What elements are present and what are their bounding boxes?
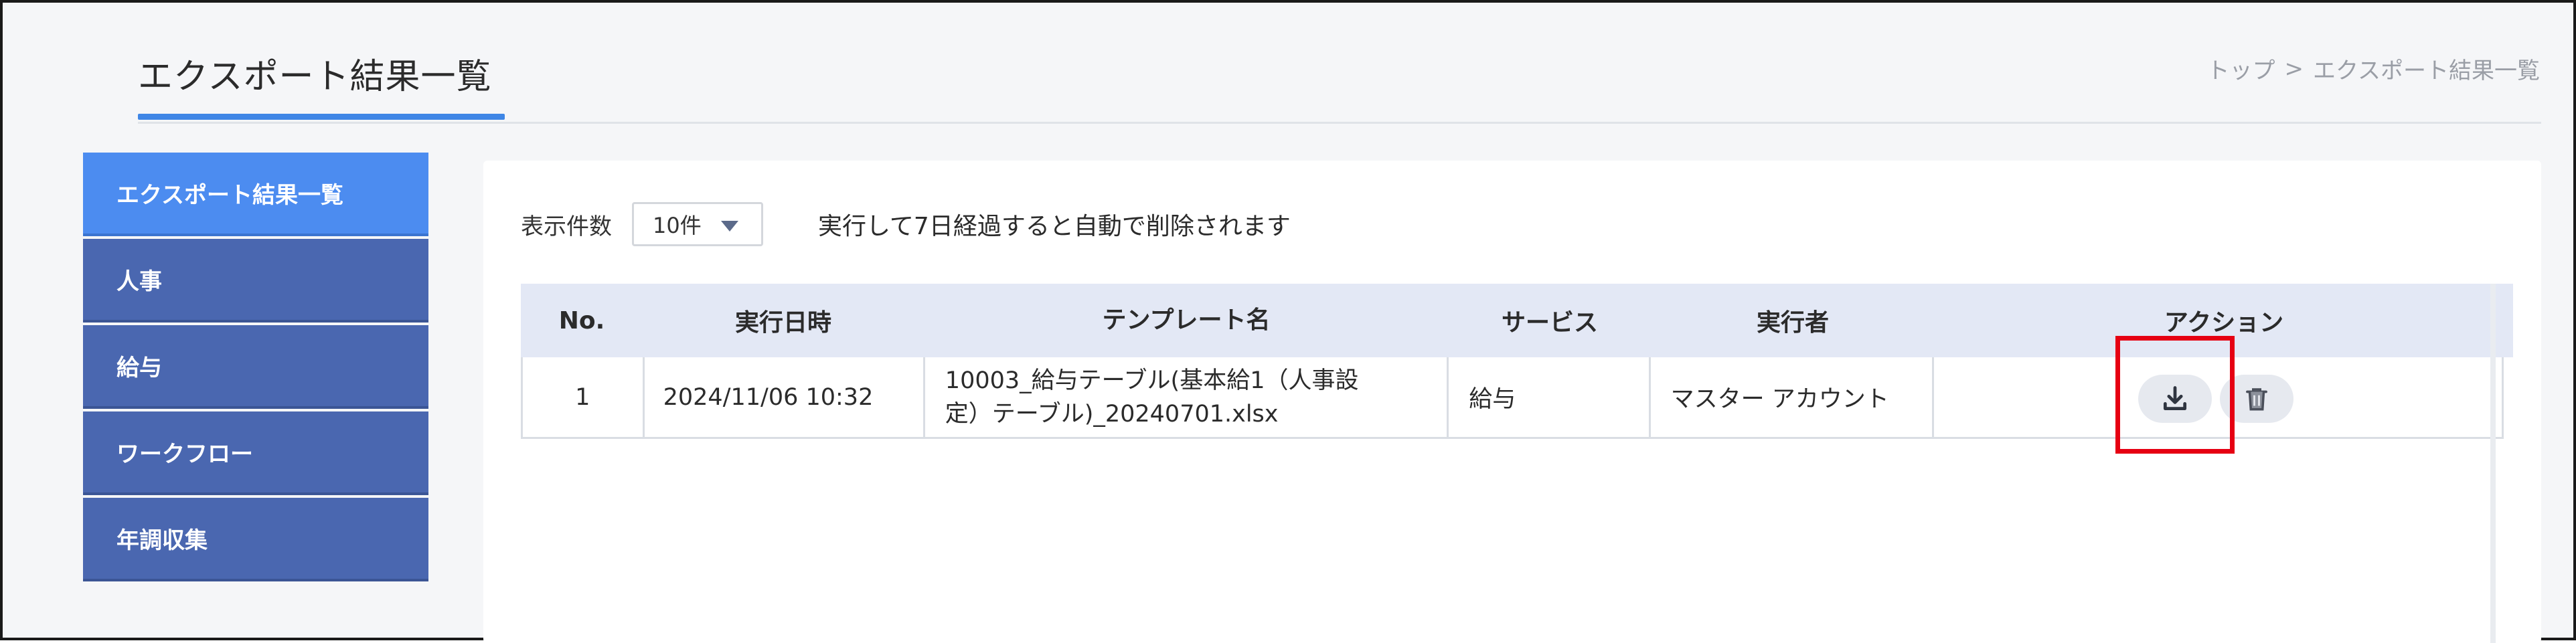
page-title: エクスポート結果一覧 bbox=[138, 57, 492, 97]
cell-no: 1 bbox=[523, 357, 645, 437]
app-window: エクスポート結果一覧 トップ > エクスポート結果一覧 エクスポート結果一覧 人… bbox=[0, 0, 2576, 643]
per-page-select[interactable]: 10件 bbox=[632, 202, 763, 246]
breadcrumb-current: エクスポート結果一覧 bbox=[2313, 58, 2540, 84]
cell-template-line1: 10003_給与テーブル(基本給1（人事設 bbox=[945, 367, 1359, 394]
sidebar-item-hr[interactable]: 人事 bbox=[83, 239, 428, 323]
sidebar-item-label: 人事 bbox=[116, 268, 162, 295]
sidebar: エクスポート結果一覧 人事 給与 ワークフロー 年調収集 bbox=[83, 153, 428, 584]
cell-executor: マスター アカウント bbox=[1651, 357, 1934, 437]
trash-icon bbox=[2246, 388, 2267, 411]
title-underline bbox=[138, 114, 505, 120]
sidebar-item-label: エクスポート結果一覧 bbox=[116, 182, 343, 209]
cell-template-line2: 定）テーブル)_20240701.xlsx bbox=[945, 400, 1279, 428]
cell-datetime: 2024/11/06 10:32 bbox=[645, 357, 925, 437]
per-page-value: 10件 bbox=[653, 213, 702, 238]
sidebar-item-export-results[interactable]: エクスポート結果一覧 bbox=[83, 153, 428, 236]
breadcrumb: トップ > エクスポート結果一覧 bbox=[2207, 52, 2540, 85]
sidebar-item-label: 給与 bbox=[116, 355, 162, 381]
sidebar-item-label: ワークフロー bbox=[116, 441, 253, 468]
cell-service: 給与 bbox=[1449, 357, 1651, 437]
scrollbar[interactable] bbox=[2490, 284, 2496, 643]
column-header-datetime: 実行日時 bbox=[734, 309, 831, 337]
per-page-label: 表示件数 bbox=[521, 213, 612, 240]
column-header-no: No. bbox=[558, 306, 605, 335]
column-header-template: テンプレート名 bbox=[1102, 306, 1271, 334]
annotation-highlight-box bbox=[2115, 336, 2235, 454]
column-header-service: サービス bbox=[1501, 309, 1598, 337]
sidebar-item-label: 年調収集 bbox=[116, 527, 208, 554]
sidebar-item-workflow[interactable]: ワークフロー bbox=[83, 411, 428, 495]
breadcrumb-separator: > bbox=[2284, 55, 2304, 82]
column-header-executor: 実行者 bbox=[1756, 309, 1829, 337]
cell-template: 10003_給与テーブル(基本給1（人事設 定）テーブル)_20240701.x… bbox=[925, 357, 1449, 437]
sidebar-item-payroll[interactable]: 給与 bbox=[83, 325, 428, 409]
breadcrumb-home-link[interactable]: トップ bbox=[2207, 52, 2275, 85]
sidebar-item-year-end[interactable]: 年調収集 bbox=[83, 498, 428, 581]
caret-down-icon bbox=[721, 221, 738, 232]
toolbar: 表示件数 10件 実行して7日経過すると自動で削除されます bbox=[521, 202, 1291, 246]
auto-delete-notice: 実行して7日経過すると自動で削除されます bbox=[818, 213, 1291, 240]
header-divider bbox=[138, 122, 2541, 124]
